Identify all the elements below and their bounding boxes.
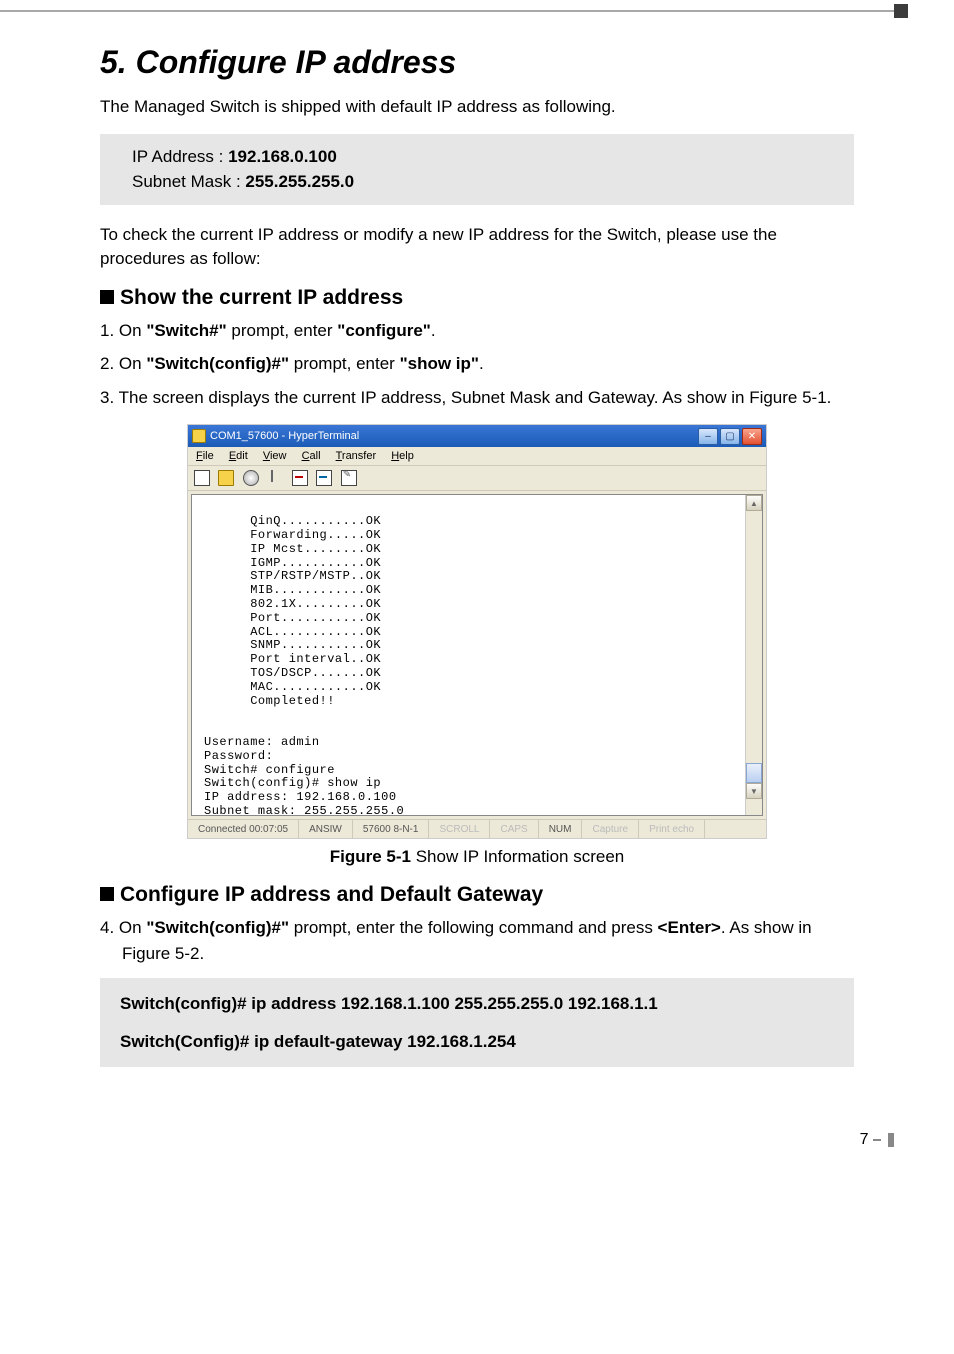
section-title: 5. Configure IP address — [100, 44, 854, 81]
terminal-output: QinQ...........OK Forwarding.....OK IP M… — [192, 495, 762, 816]
step4-b1: "Switch(config)#" — [146, 918, 289, 937]
status-num: NUM — [539, 820, 583, 838]
subheading-show-ip: Show the current IP address — [100, 286, 854, 310]
subnet-value: 255.255.255.0 — [245, 172, 354, 191]
step-3: The screen displays the current IP addre… — [100, 385, 854, 411]
ip-value: 192.168.0.100 — [228, 147, 337, 166]
ip-label: IP Address : — [132, 147, 228, 166]
step4-mid: prompt, enter the following command and … — [289, 918, 658, 937]
maximize-button[interactable]: ▢ — [720, 428, 740, 445]
command-line-2: Switch(Config)# ip default-gateway 192.1… — [120, 1028, 834, 1055]
step1-mid: prompt, enter — [227, 321, 338, 340]
page-number-end — [888, 1133, 894, 1147]
app-icon — [192, 429, 206, 443]
page-number-value: 7 — [860, 1131, 869, 1148]
figure-caption: Figure 5-1 Show IP Information screen — [100, 847, 854, 867]
toolbar-send-icon[interactable] — [290, 468, 308, 486]
menu-call[interactable]: Call — [296, 449, 327, 463]
menu-edit[interactable]: Edit — [223, 449, 254, 463]
step1-b2: "configure" — [337, 321, 431, 340]
step-2: On "Switch(config)#" prompt, enter "show… — [100, 351, 854, 377]
toolbar-disconnect-icon[interactable] — [265, 468, 283, 486]
toolbar — [188, 466, 766, 491]
status-scroll: SCROLL — [429, 820, 490, 838]
check-ip-text: To check the current IP address or modif… — [100, 223, 854, 272]
terminal-pane[interactable]: QinQ...........OK Forwarding.....OK IP M… — [191, 494, 763, 816]
step2-b1: "Switch(config)#" — [146, 354, 289, 373]
status-baud: 57600 8-N-1 — [353, 820, 430, 838]
subnet-label: Subnet Mask : — [132, 172, 245, 191]
step1-end: . — [431, 321, 436, 340]
command-line-1: Switch(config)# ip address 192.168.1.100… — [120, 990, 834, 1017]
menu-help[interactable]: Help — [385, 449, 420, 463]
subheading-configure-ip: Configure IP address and Default Gateway — [100, 883, 854, 907]
status-printecho: Print echo — [639, 820, 705, 838]
terminal-wrap: QinQ...........OK Forwarding.....OK IP M… — [188, 491, 766, 819]
window-title: COM1_57600 - HyperTerminal — [210, 430, 696, 442]
scroll-thumb[interactable] — [746, 763, 762, 783]
toolbar-new-icon[interactable] — [192, 468, 210, 486]
decor-square — [894, 4, 908, 18]
step4-pre: On — [119, 918, 146, 937]
terminal-scrollbar[interactable]: ▲ ▼ — [745, 495, 762, 815]
page-number: 7 — [0, 1091, 954, 1149]
intro-text: The Managed Switch is shipped with defau… — [100, 95, 854, 120]
menu-view[interactable]: View — [257, 449, 293, 463]
window-titlebar[interactable]: COM1_57600 - HyperTerminal – ▢ ✕ — [188, 425, 766, 447]
status-connected: Connected 00:07:05 — [188, 820, 299, 838]
toolbar-properties-icon[interactable] — [339, 468, 357, 486]
hyperterminal-window: COM1_57600 - HyperTerminal – ▢ ✕ File Ed… — [187, 424, 767, 839]
step2-end: . — [479, 354, 484, 373]
toolbar-open-icon[interactable] — [216, 468, 234, 486]
menu-transfer[interactable]: Transfer — [330, 449, 383, 463]
steps-list-1: On "Switch#" prompt, enter "configure". … — [100, 318, 854, 411]
step1-b1: "Switch#" — [146, 321, 226, 340]
menu-file[interactable]: File — [190, 449, 220, 463]
subhead1-text: Show the current IP address — [120, 286, 403, 309]
figure-5-1: COM1_57600 - HyperTerminal – ▢ ✕ File Ed… — [187, 424, 767, 839]
status-encoding: ANSIW — [299, 820, 353, 838]
page-top-decor — [0, 0, 954, 24]
scroll-up-icon[interactable]: ▲ — [746, 495, 762, 511]
step4-b2: <Enter> — [658, 918, 721, 937]
status-capture: Capture — [582, 820, 639, 838]
figure-caption-bold: Figure 5-1 — [330, 847, 411, 866]
step-1: On "Switch#" prompt, enter "configure". — [100, 318, 854, 344]
status-bar: Connected 00:07:05 ANSIW 57600 8-N-1 SCR… — [188, 819, 766, 838]
decor-line — [0, 10, 900, 12]
status-caps: CAPS — [490, 820, 538, 838]
scroll-down-icon[interactable]: ▼ — [746, 783, 762, 799]
page-number-line — [873, 1139, 881, 1141]
default-ip-box: IP Address : 192.168.0.100 Subnet Mask :… — [100, 134, 854, 205]
step2-b2: "show ip" — [400, 354, 479, 373]
toolbar-receive-icon[interactable] — [314, 468, 332, 486]
subhead2-text: Configure IP address and Default Gateway — [120, 883, 543, 906]
bullet-square-icon — [100, 290, 114, 304]
step2-pre: On — [119, 354, 146, 373]
menu-bar: File Edit View Call Transfer Help — [188, 447, 766, 466]
toolbar-connect-icon[interactable] — [241, 468, 259, 486]
bullet-square-icon — [100, 887, 114, 901]
steps-list-2: On "Switch(config)#" prompt, enter the f… — [100, 915, 854, 966]
minimize-button[interactable]: – — [698, 428, 718, 445]
command-box: Switch(config)# ip address 192.168.1.100… — [100, 978, 854, 1066]
step1-pre: On — [119, 321, 146, 340]
page-content: 5. Configure IP address The Managed Swit… — [0, 44, 954, 1067]
step2-mid: prompt, enter — [289, 354, 400, 373]
figure-caption-rest: Show IP Information screen — [411, 847, 624, 866]
step-4: On "Switch(config)#" prompt, enter the f… — [100, 915, 854, 966]
close-button[interactable]: ✕ — [742, 428, 762, 445]
